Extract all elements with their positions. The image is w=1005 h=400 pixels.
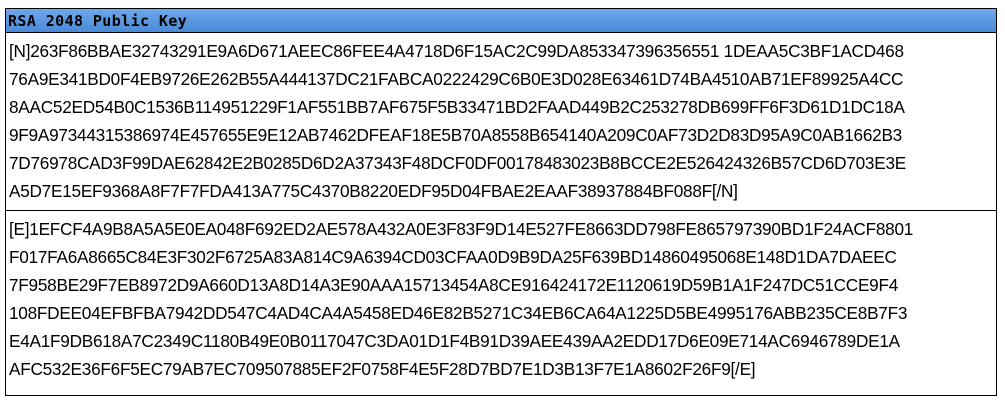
- public-key-panel: RSA 2048 Public Key [N]263F86BBAE3274329…: [5, 8, 997, 396]
- modulus-line: 7D76978CAD3F99DAE62842E2B0285D6D2A37343F…: [9, 153, 906, 173]
- modulus-block[interactable]: [N]263F86BBAE32743291E9A6D671AEEC86FEE4A…: [6, 33, 996, 211]
- exponent-line: E4A1F9DB618A7C2349C1180B49E0B0117047C3DA…: [9, 331, 900, 351]
- modulus-line: 8AAC52ED54B0C1536B114951229F1AF551BB7AF6…: [9, 97, 905, 117]
- exponent-line: AFC532E36F6F5EC79AB7EC709507885EF2F0758F…: [9, 359, 756, 379]
- exponent-line: F017FA6A8665C84E3F302F6725A83A814C9A6394…: [9, 247, 897, 267]
- exponent-line: [E]1EFCF4A9B8A5A5E0EA048F692ED2AE578A432…: [9, 219, 914, 239]
- exponent-line: 108FDEE04EFBFBA7942DD547C4AD4CA4A5458ED4…: [9, 303, 908, 323]
- modulus-line: 76A9E341BD0F4EB9726E262B55A444137DC21FAB…: [9, 69, 904, 89]
- title-bar: RSA 2048 Public Key: [6, 9, 996, 33]
- modulus-line: [N]263F86BBAE32743291E9A6D671AEEC86FEE4A…: [9, 41, 904, 61]
- exponent-line: 7F958BE29F7EB8972D9A660D13A8D14A3E90AAA1…: [9, 275, 899, 295]
- modulus-line: A5D7E15EF9368A8F7F7FDA413A775C4370B8220E…: [9, 181, 738, 201]
- panel-title: RSA 2048 Public Key: [8, 11, 188, 30]
- exponent-block[interactable]: [E]1EFCF4A9B8A5A5E0EA048F692ED2AE578A432…: [6, 211, 996, 395]
- modulus-line: 9F9A97344315386974E457655E9E12AB7462DFEA…: [9, 125, 902, 145]
